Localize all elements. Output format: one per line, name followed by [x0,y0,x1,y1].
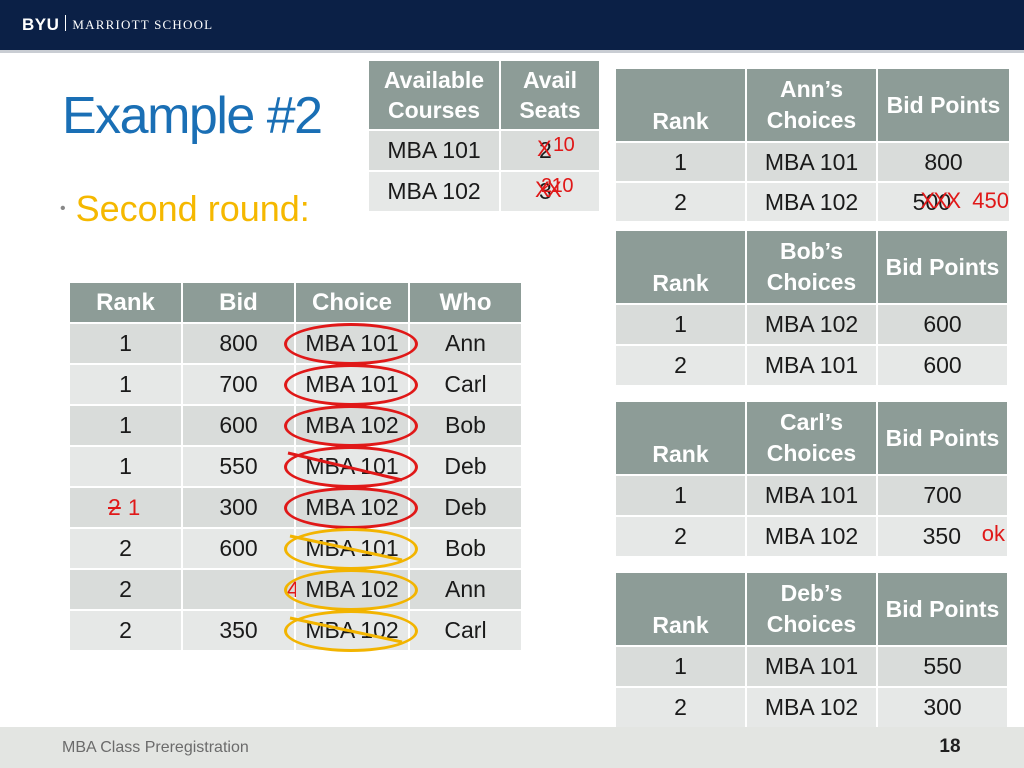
header-owner-choices: Bob’s Choices [745,229,878,305]
points-annotation: 450 [972,188,1009,213]
rank-cell: 1 [614,141,747,183]
rank-cell: 2 [614,686,747,729]
course-cell: MBA 101 [745,344,878,387]
course-cell: MBA 102 [745,181,878,223]
header-bid-points: Bid Points [876,571,1009,647]
strike-x-icon: X [946,188,961,213]
course-cell: MBA 102 [745,686,878,729]
header-bid-points: Bid Points [876,67,1011,143]
points-cell: 550 [876,645,1009,688]
header-owner-choices: Ann’s Choices [745,67,878,143]
course-cell: MBA 102 [745,515,878,558]
points-cell: 300 [876,686,1009,729]
header-rank: Rank [614,400,747,476]
rank-cell: 2 [614,344,747,387]
bob-choices-table: Rank Bob’s Choices Bid Points 1 MBA 102 … [614,229,1009,387]
page-number: 18 [939,736,961,757]
rank-cell: 1 [614,303,747,346]
header-rank: Rank [614,67,747,143]
rank-cell: 2 [614,515,747,558]
points-cell: 800 [876,141,1011,183]
course-cell: MBA 101 [745,645,878,688]
deb-choices-table: Rank Deb’s Choices Bid Points 1 MBA 101 … [614,571,1009,729]
course-cell: MBA 101 [745,141,878,183]
ann-choices-table: Rank Ann’s Choices Bid Points 1 MBA 101 … [614,67,1011,223]
carl-choices-table: Rank Carl’s Choices Bid Points 1 MBA 101… [614,400,1009,558]
points-cell: 600 [876,344,1009,387]
points-cell: 600 [876,303,1009,346]
rank-cell: 1 [614,645,747,688]
gold-strike-line [289,534,403,562]
header-owner-choices: Carl’s Choices [745,400,878,476]
gold-strike-line [289,616,403,644]
points-value: 350 [922,523,961,549]
points-cell: 500 X X X 450 [876,181,1011,223]
header-bid-points: Bid Points [876,229,1009,305]
red-strike-line [287,451,403,482]
header-rank: Rank [614,229,747,305]
rank-cell: 1 [614,474,747,517]
points-cell: 350 ok [876,515,1009,558]
footer-text: MBA Class Preregistration [62,739,249,756]
points-cell: 700 [876,474,1009,517]
rank-cell: 2 [614,181,747,223]
header-owner-choices: Deb’s Choices [745,571,878,647]
header-bid-points: Bid Points [876,400,1009,476]
header-rank: Rank [614,571,747,647]
course-cell: MBA 102 [745,303,878,346]
course-cell: MBA 101 [745,474,878,517]
slide-footer: MBA Class Preregistration 18 [0,727,1024,768]
points-annotation: ok [981,521,1005,546]
